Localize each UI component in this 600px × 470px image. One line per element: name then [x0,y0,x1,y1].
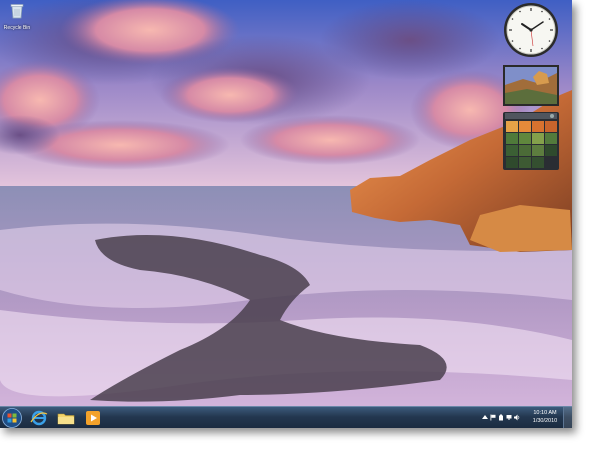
desktop[interactable]: Recycle Bin 10:10 AM 1/30/2010 [0,0,572,428]
clock-time: 10:10 AM [533,410,557,416]
action-center-flag-icon[interactable] [490,414,496,421]
analog-clock-icon[interactable] [503,2,559,58]
folder-icon[interactable] [55,408,77,428]
network-icon[interactable] [506,414,512,421]
windows-start-orb-icon[interactable] [2,408,22,428]
internet-explorer-icon[interactable] [28,408,50,428]
recycle-bin-icon [10,4,24,19]
desktop-icon-recycle-bin[interactable]: Recycle Bin [2,3,32,31]
power-icon[interactable] [498,414,504,421]
show-hidden-icons-icon[interactable] [482,414,488,421]
media-player-icon[interactable] [82,408,104,428]
clock-date: 1/30/2010 [532,418,558,424]
desktop-icon-label: Recycle Bin [3,25,31,31]
volume-icon[interactable] [514,414,520,421]
system-clock[interactable]: 10:10 AM 1/30/2010 [530,409,560,425]
wallpaper [0,0,572,428]
picture-puzzle-icon[interactable] [503,112,559,170]
taskbar: 10:10 AM 1/30/2010 [0,406,572,428]
slideshow-gadget-icon[interactable] [503,65,559,106]
show-desktop-button[interactable] [563,407,572,428]
